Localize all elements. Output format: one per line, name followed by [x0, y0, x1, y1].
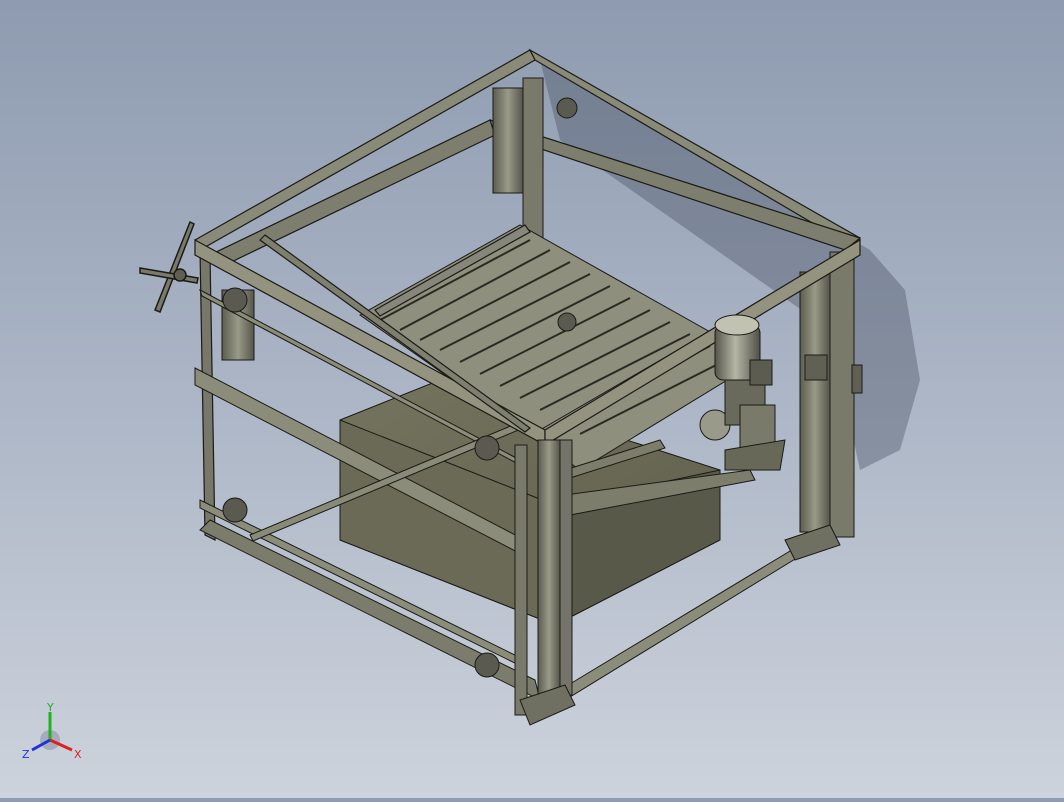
- model-viewport[interactable]: Y X Z: [0, 0, 1064, 798]
- orientation-triad[interactable]: Y X Z: [18, 700, 88, 770]
- z-axis-label: Z: [22, 748, 30, 761]
- machine-frame-model: [139, 48, 920, 726]
- y-axis-label: Y: [46, 701, 54, 714]
- drive-motor: [714, 314, 786, 471]
- x-axis-label: X: [74, 748, 82, 761]
- handwheel: [139, 220, 199, 313]
